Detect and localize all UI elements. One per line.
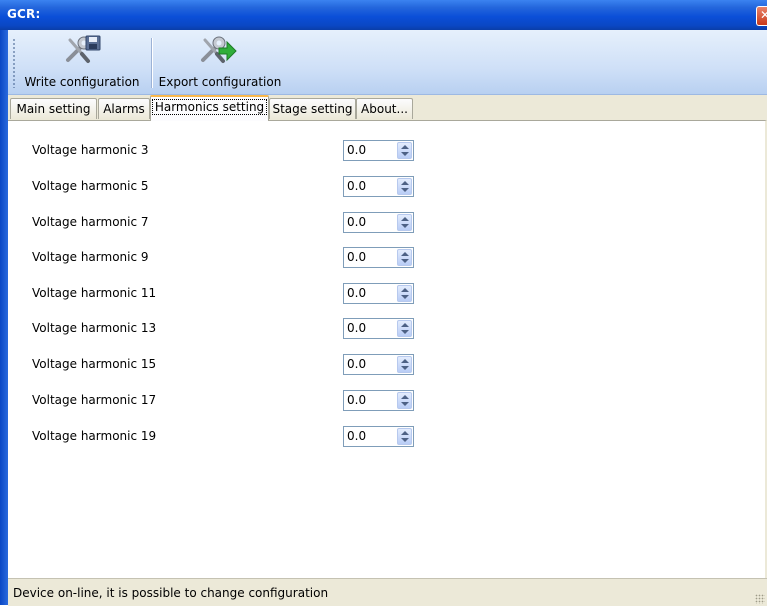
wrench-screwdriver-disk-icon	[66, 35, 101, 63]
harmonic-label: Voltage harmonic 3	[32, 143, 149, 157]
toolbar-separator	[151, 38, 153, 88]
tab-main-setting-label: Main setting	[16, 102, 91, 116]
harmonic-label: Voltage harmonic 11	[32, 286, 157, 300]
harmonic-label: Voltage harmonic 17	[32, 393, 157, 407]
toolbar: Write configuration Export configuration	[8, 30, 767, 95]
stepper-value[interactable]: 0.0	[347, 321, 366, 335]
stepper-value[interactable]: 0.0	[347, 393, 366, 407]
spin-down-icon[interactable]	[401, 152, 409, 156]
spin-down-icon[interactable]	[401, 295, 409, 299]
resize-grip-icon[interactable]	[755, 594, 765, 604]
export-configuration-button[interactable]: Export configuration	[155, 30, 285, 92]
spin-down-icon[interactable]	[401, 366, 409, 370]
close-icon: ✕	[760, 8, 767, 22]
spin-down-icon[interactable]	[401, 259, 409, 263]
window-title: GCR:	[7, 7, 41, 21]
tab-stage-setting[interactable]: Stage setting	[269, 98, 356, 119]
tab-alarms[interactable]: Alarms	[98, 98, 150, 119]
export-configuration-label: Export configuration	[158, 75, 282, 89]
spin-up-icon[interactable]	[401, 181, 409, 185]
app-window: GCR: ✕ Write configuration Export config…	[0, 0, 767, 606]
spin-up-icon[interactable]	[401, 217, 409, 221]
spin-down-icon[interactable]	[401, 330, 409, 334]
spin-down-icon[interactable]	[401, 224, 409, 228]
harmonic-row: Voltage harmonic 5 0.0	[8, 176, 765, 198]
spin-buttons[interactable]	[397, 249, 412, 266]
spin-down-icon[interactable]	[401, 188, 409, 192]
spin-buttons[interactable]	[397, 142, 412, 159]
stepper-value[interactable]: 0.0	[347, 357, 366, 371]
harmonic-9-stepper[interactable]: 0.0	[343, 247, 414, 268]
spin-buttons[interactable]	[397, 178, 412, 195]
harmonic-19-stepper[interactable]: 0.0	[343, 426, 414, 447]
harmonic-row: Voltage harmonic 9 0.0	[8, 247, 765, 269]
stepper-value[interactable]: 0.0	[347, 179, 366, 193]
spin-buttons[interactable]	[397, 285, 412, 302]
tab-alarms-label: Alarms	[103, 102, 145, 116]
harmonic-13-stepper[interactable]: 0.0	[343, 318, 414, 339]
harmonic-row: Voltage harmonic 11 0.0	[8, 283, 765, 305]
status-text: Device on-line, it is possible to change…	[13, 586, 329, 600]
spin-up-icon[interactable]	[401, 323, 409, 327]
harmonic-label: Voltage harmonic 19	[32, 429, 157, 443]
toolbar-grip[interactable]	[13, 38, 15, 88]
spin-buttons[interactable]	[397, 214, 412, 231]
spin-up-icon[interactable]	[401, 431, 409, 435]
stepper-value[interactable]: 0.0	[347, 429, 366, 443]
harmonic-3-stepper[interactable]: 0.0	[343, 140, 414, 161]
harmonic-11-stepper[interactable]: 0.0	[343, 283, 414, 304]
harmonic-7-stepper[interactable]: 0.0	[343, 212, 414, 233]
harmonic-row: Voltage harmonic 15 0.0	[8, 354, 765, 376]
tab-harmonics-setting[interactable]: Harmonics setting	[150, 95, 269, 121]
write-configuration-button[interactable]: Write configuration	[22, 30, 142, 92]
window-left-border	[0, 30, 8, 605]
close-button[interactable]: ✕	[756, 6, 767, 26]
tab-about[interactable]: About...	[356, 98, 413, 119]
stepper-value[interactable]: 0.0	[347, 250, 366, 264]
harmonic-row: Voltage harmonic 17 0.0	[8, 390, 765, 412]
spin-up-icon[interactable]	[401, 395, 409, 399]
harmonic-label: Voltage harmonic 15	[32, 357, 157, 371]
write-configuration-label: Write configuration	[24, 75, 140, 89]
tab-strip: Main setting Alarms Harmonics setting St…	[8, 95, 767, 121]
tab-main-setting[interactable]: Main setting	[10, 98, 97, 119]
spin-buttons[interactable]	[397, 392, 412, 409]
stepper-value[interactable]: 0.0	[347, 286, 366, 300]
spin-up-icon[interactable]	[401, 288, 409, 292]
spin-up-icon[interactable]	[401, 359, 409, 363]
harmonics-panel: Voltage harmonic 3 0.0 Voltage harmonic …	[8, 120, 767, 578]
harmonic-row: Voltage harmonic 13 0.0	[8, 318, 765, 340]
harmonic-17-stepper[interactable]: 0.0	[343, 390, 414, 411]
tab-harmonics-setting-label: Harmonics setting	[151, 99, 268, 115]
harmonic-label: Voltage harmonic 13	[32, 321, 157, 335]
spin-buttons[interactable]	[397, 428, 412, 445]
harmonic-row: Voltage harmonic 19 0.0	[8, 426, 765, 448]
wrench-screwdriver-green-arrow-icon	[201, 36, 237, 63]
harmonic-15-stepper[interactable]: 0.0	[343, 354, 414, 375]
title-bar[interactable]: GCR: ✕	[0, 0, 767, 30]
spin-buttons[interactable]	[397, 320, 412, 337]
harmonic-row: Voltage harmonic 3 0.0	[8, 140, 765, 162]
harmonic-row: Voltage harmonic 7 0.0	[8, 212, 765, 234]
harmonic-5-stepper[interactable]: 0.0	[343, 176, 414, 197]
spin-up-icon[interactable]	[401, 145, 409, 149]
spin-buttons[interactable]	[397, 356, 412, 373]
harmonic-label: Voltage harmonic 7	[32, 215, 149, 229]
tab-about-label: About...	[361, 102, 408, 116]
harmonic-label: Voltage harmonic 9	[32, 250, 149, 264]
spin-down-icon[interactable]	[401, 438, 409, 442]
tab-stage-setting-label: Stage setting	[272, 102, 353, 116]
status-bar: Device on-line, it is possible to change…	[8, 578, 767, 606]
harmonic-label: Voltage harmonic 5	[32, 179, 149, 193]
spin-up-icon[interactable]	[401, 252, 409, 256]
stepper-value[interactable]: 0.0	[347, 143, 366, 157]
stepper-value[interactable]: 0.0	[347, 215, 366, 229]
spin-down-icon[interactable]	[401, 402, 409, 406]
